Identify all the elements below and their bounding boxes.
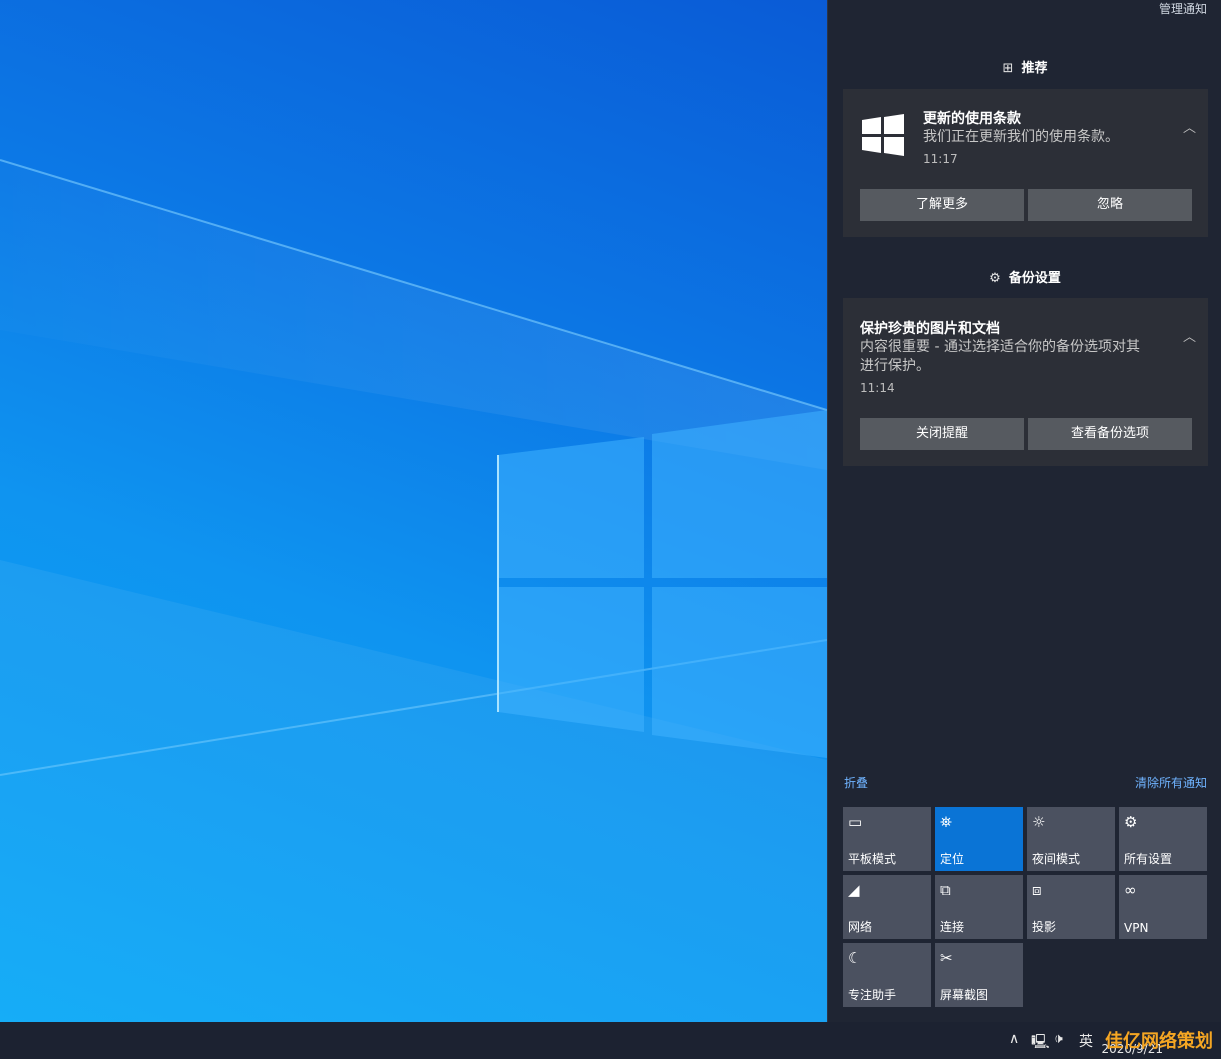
gear-icon: ⚙ (989, 271, 1001, 286)
quick-action-all-settings[interactable]: ⚙ 所有设置 (1119, 807, 1207, 871)
group-header-label: 备份设置 (1008, 271, 1061, 286)
group-header-recommended[interactable]: ⊞ 推荐 (828, 57, 1221, 76)
tile-label: 投影 (1032, 920, 1057, 934)
tablet-mode-icon: ▭ (848, 813, 863, 831)
focus-assist-moon-icon: ☾ (848, 949, 862, 967)
tile-label: 专注助手 (848, 988, 897, 1002)
input-language-indicator[interactable]: 英 (1079, 1031, 1093, 1051)
network-tray-icon[interactable]: 🖳 (1031, 1031, 1050, 1055)
learn-more-button[interactable]: 了解更多 (860, 189, 1024, 221)
group-header-label: 推荐 (1021, 61, 1048, 76)
network-icon: ◢ (848, 881, 860, 899)
show-hidden-icons-chevron-icon[interactable]: ∧ (1009, 1031, 1019, 1047)
connect-icon: ⧉ (940, 881, 951, 899)
view-backup-options-button[interactable]: 查看备份选项 (1028, 418, 1192, 450)
notification-card-backup[interactable]: 保护珍贵的图片和文档 内容很重要 - 通过选择适合你的备份选项对其 进行保护。 … (843, 298, 1208, 466)
tile-label: 网络 (848, 920, 873, 934)
quick-action-network[interactable]: ◢ 网络 (843, 875, 931, 939)
notification-card-terms[interactable]: 更新的使用条款 我们正在更新我们的使用条款。 11:17 ︿ 了解更多 忽略 (843, 89, 1208, 237)
ignore-button[interactable]: 忽略 (1028, 189, 1192, 221)
action-center-panel: 管理通知 ⊞ 推荐 更新的使用条款 我们正在更新我们的使用条款。 11:17 ︿ … (827, 0, 1221, 1022)
tile-label: VPN (1124, 921, 1149, 935)
notification-title: 更新的使用条款 (923, 111, 1021, 127)
app-tile-icon: ⊞ (1002, 61, 1014, 76)
taskbar: ∧ 🖳 🕩 英 2020/9/21 佳亿网络策划 (0, 1022, 1221, 1059)
notification-time: 11:14 (860, 381, 895, 395)
tile-label: 夜间模式 (1032, 852, 1081, 866)
windows-logo-icon (862, 114, 904, 156)
quick-action-connect[interactable]: ⧉ 连接 (935, 875, 1023, 939)
dismiss-reminder-button[interactable]: 关闭提醒 (860, 418, 1024, 450)
vpn-icon: ∞ (1124, 881, 1137, 899)
tile-label: 连接 (940, 920, 965, 934)
tile-label: 屏幕截图 (940, 988, 989, 1002)
notification-title: 保护珍贵的图片和文档 (860, 321, 1000, 337)
group-header-backup[interactable]: ⚙ 备份设置 (828, 267, 1221, 286)
quick-action-vpn[interactable]: ∞ VPN (1119, 875, 1207, 939)
notification-body-line2: 进行保护。 (860, 358, 930, 374)
volume-icon[interactable]: 🕩 (1054, 1031, 1063, 1047)
watermark-logo: 佳亿网络策划 (1105, 1031, 1213, 1052)
night-light-icon: ☼ (1032, 813, 1046, 831)
collapse-chevron-icon[interactable]: ︿ (1183, 326, 1196, 345)
project-icon: ⧈ (1032, 881, 1042, 899)
notification-time: 11:17 (923, 152, 958, 166)
manage-notifications-link[interactable]: 管理通知 (1159, 0, 1207, 17)
clear-all-notifications-link[interactable]: 清除所有通知 (1135, 774, 1207, 791)
notification-body-line1: 内容很重要 - 通过选择适合你的备份选项对其 (860, 339, 1140, 355)
tile-label: 定位 (940, 852, 965, 866)
quick-action-tablet-mode[interactable]: ▭ 平板模式 (843, 807, 931, 871)
desktop-wallpaper (0, 0, 827, 1022)
quick-action-project[interactable]: ⧈ 投影 (1027, 875, 1115, 939)
tile-label: 所有设置 (1124, 852, 1173, 866)
quick-action-night-light[interactable]: ☼ 夜间模式 (1027, 807, 1115, 871)
quick-action-focus-assist[interactable]: ☾ 专注助手 (843, 943, 931, 1007)
collapse-link[interactable]: 折叠 (844, 774, 868, 791)
quick-action-screen-snip[interactable]: ✂ 屏幕截图 (935, 943, 1023, 1007)
location-icon: ⛯ (940, 813, 953, 831)
screen-snip-icon: ✂ (940, 949, 953, 967)
windows-wallpaper-art (0, 159, 827, 1022)
collapse-chevron-icon[interactable]: ︿ (1183, 117, 1196, 136)
quick-action-location[interactable]: ⛯ 定位 (935, 807, 1023, 871)
settings-gear-icon: ⚙ (1124, 813, 1138, 831)
tile-label: 平板模式 (848, 852, 897, 866)
notification-body: 我们正在更新我们的使用条款。 (923, 129, 1119, 145)
